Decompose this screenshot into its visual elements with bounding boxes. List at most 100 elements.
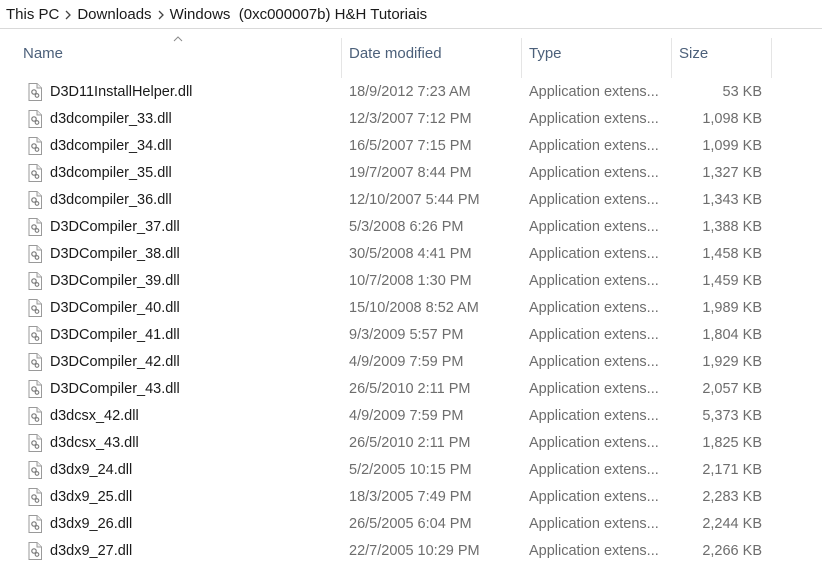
- column-header-type[interactable]: Type: [522, 38, 672, 78]
- dll-file-icon: [28, 245, 42, 263]
- dll-file-icon: [28, 326, 42, 344]
- file-type: Application extens...: [529, 300, 659, 316]
- file-name: d3dcompiler_35.dll: [50, 165, 172, 181]
- file-type: Application extens...: [529, 408, 659, 424]
- file-row[interactable]: D3D11InstallHelper.dll 18/9/2012 7:23 AM A…: [0, 79, 822, 106]
- column-header-name[interactable]: Name: [0, 38, 342, 78]
- breadcrumb: This PC Downloads Windows (0xc000007b) H…: [0, 0, 822, 29]
- file-size: 2,244 KB: [702, 516, 762, 532]
- file-date-modified: 19/7/2007 8:44 PM: [349, 165, 472, 181]
- dll-file-icon: [28, 353, 42, 371]
- file-type: Application extens...: [529, 138, 659, 154]
- file-row[interactable]: d3dx9_26.dll 26/5/2005 6:04 PM Application…: [0, 511, 822, 538]
- column-header-size[interactable]: Size: [672, 38, 772, 78]
- file-row[interactable]: d3dcsx_42.dll 4/9/2009 7:59 PM Application…: [0, 403, 822, 430]
- file-row[interactable]: d3dx9_27.dll 22/7/2005 10:29 PM Applicatio…: [0, 538, 822, 565]
- file-row[interactable]: d3dcompiler_35.dll 19/7/2007 8:44 PM Appli…: [0, 160, 822, 187]
- file-size: 53 KB: [722, 84, 763, 100]
- file-size: 2,283 KB: [702, 489, 762, 505]
- file-row[interactable]: D3DCompiler_37.dll 5/3/2008 6:26 PM Applic…: [0, 214, 822, 241]
- file-size: 1,929 KB: [702, 354, 762, 370]
- file-row[interactable]: D3DCompiler_38.dll 30/5/2008 4:41 PM Appli…: [0, 241, 822, 268]
- dll-file-icon: [28, 218, 42, 236]
- dll-file-icon: [28, 407, 42, 425]
- dll-file-icon: [28, 299, 42, 317]
- file-list: D3D11InstallHelper.dll 18/9/2012 7:23 AM A…: [0, 79, 822, 565]
- file-date-modified: 9/3/2009 5:57 PM: [349, 327, 464, 343]
- column-header-size-label: Size: [679, 45, 709, 62]
- breadcrumb-downloads[interactable]: Downloads: [77, 6, 151, 23]
- file-date-modified: 4/9/2009 7:59 PM: [349, 408, 464, 424]
- file-type: Application extens...: [529, 462, 659, 478]
- file-name: D3DCompiler_42.dll: [50, 354, 180, 370]
- file-size: 1,388 KB: [702, 219, 762, 235]
- file-date-modified: 10/7/2008 1:30 PM: [349, 273, 472, 289]
- file-date-modified: 5/3/2008 6:26 PM: [349, 219, 464, 235]
- column-header-date-label: Date modified: [349, 45, 442, 62]
- file-type: Application extens...: [529, 435, 659, 451]
- breadcrumb-current-folder[interactable]: Windows (0xc000007b) H&H Tutoriais: [170, 6, 428, 23]
- file-type: Application extens...: [529, 381, 659, 397]
- file-size: 1,327 KB: [702, 165, 762, 181]
- file-row[interactable]: D3DCompiler_39.dll 10/7/2008 1:30 PM Appli…: [0, 268, 822, 295]
- file-type: Application extens...: [529, 165, 659, 181]
- file-name: D3DCompiler_37.dll: [50, 219, 180, 235]
- file-date-modified: 26/5/2010 2:11 PM: [349, 381, 471, 397]
- file-type: Application extens...: [529, 111, 659, 127]
- file-type: Application extens...: [529, 516, 659, 532]
- file-name: d3dx9_27.dll: [50, 543, 133, 559]
- file-date-modified: 15/10/2008 8:52 AM: [349, 300, 479, 316]
- file-name: D3DCompiler_43.dll: [50, 381, 180, 397]
- file-row[interactable]: D3DCompiler_42.dll 4/9/2009 7:59 PM Applic…: [0, 349, 822, 376]
- dll-file-icon: [28, 461, 42, 479]
- file-size: 1,343 KB: [702, 192, 762, 208]
- file-row[interactable]: d3dx9_25.dll 18/3/2005 7:49 PM Application…: [0, 484, 822, 511]
- file-date-modified: 16/5/2007 7:15 PM: [349, 138, 472, 154]
- breadcrumb-this-pc[interactable]: This PC: [6, 6, 59, 23]
- column-divider[interactable]: [771, 38, 772, 78]
- file-row[interactable]: d3dcompiler_36.dll 12/10/2007 5:44 PM Appl…: [0, 187, 822, 214]
- file-name: d3dcompiler_33.dll: [50, 111, 172, 127]
- file-date-modified: 30/5/2008 4:41 PM: [349, 246, 472, 262]
- file-row[interactable]: D3DCompiler_40.dll 15/10/2008 8:52 AM Appl…: [0, 295, 822, 322]
- dll-file-icon: [28, 191, 42, 209]
- file-size: 1,825 KB: [702, 435, 762, 451]
- file-name: D3DCompiler_41.dll: [50, 327, 180, 343]
- column-header-name-label: Name: [23, 45, 64, 62]
- file-type: Application extens...: [529, 489, 659, 505]
- dll-file-icon: [28, 110, 42, 128]
- file-type: Application extens...: [529, 327, 659, 343]
- file-row[interactable]: D3DCompiler_41.dll 9/3/2009 5:57 PM Applic…: [0, 322, 822, 349]
- column-header-date[interactable]: Date modified: [342, 38, 522, 78]
- file-row[interactable]: D3DCompiler_43.dll 26/5/2010 2:11 PM Appli…: [0, 376, 822, 403]
- file-type: Application extens...: [529, 273, 659, 289]
- file-row[interactable]: d3dx9_24.dll 5/2/2005 10:15 PM Application…: [0, 457, 822, 484]
- dll-file-icon: [28, 380, 42, 398]
- file-name: D3DCompiler_40.dll: [50, 300, 180, 316]
- file-row[interactable]: d3dcsx_43.dll 26/5/2010 2:11 PM Applicatio…: [0, 430, 822, 457]
- chevron-right-icon[interactable]: [152, 6, 170, 23]
- dll-file-icon: [28, 542, 42, 560]
- file-type: Application extens...: [529, 84, 659, 100]
- dll-file-icon: [28, 272, 42, 290]
- file-name: d3dcsx_43.dll: [50, 435, 139, 451]
- file-type: Application extens...: [529, 219, 659, 235]
- file-date-modified: 5/2/2005 10:15 PM: [349, 462, 472, 478]
- chevron-right-icon[interactable]: [59, 6, 77, 23]
- file-name: D3DCompiler_39.dll: [50, 273, 180, 289]
- dll-file-icon: [28, 164, 42, 182]
- file-name: d3dx9_25.dll: [50, 489, 133, 505]
- file-row[interactable]: d3dcompiler_34.dll 16/5/2007 7:15 PM Appli…: [0, 133, 822, 160]
- file-size: 2,057 KB: [702, 381, 762, 397]
- file-name: d3dcompiler_34.dll: [50, 138, 172, 154]
- file-size: 2,266 KB: [702, 543, 762, 559]
- column-header-type-label: Type: [529, 45, 562, 62]
- file-name: d3dcompiler_36.dll: [50, 192, 172, 208]
- column-header-row: Name Date modified Type Size: [0, 30, 822, 78]
- file-size: 1,989 KB: [702, 300, 762, 316]
- file-type: Application extens...: [529, 543, 659, 559]
- file-type: Application extens...: [529, 354, 659, 370]
- file-row[interactable]: d3dcompiler_33.dll 12/3/2007 7:12 PM Appli…: [0, 106, 822, 133]
- file-name: D3DCompiler_38.dll: [50, 246, 180, 262]
- file-type: Application extens...: [529, 246, 659, 262]
